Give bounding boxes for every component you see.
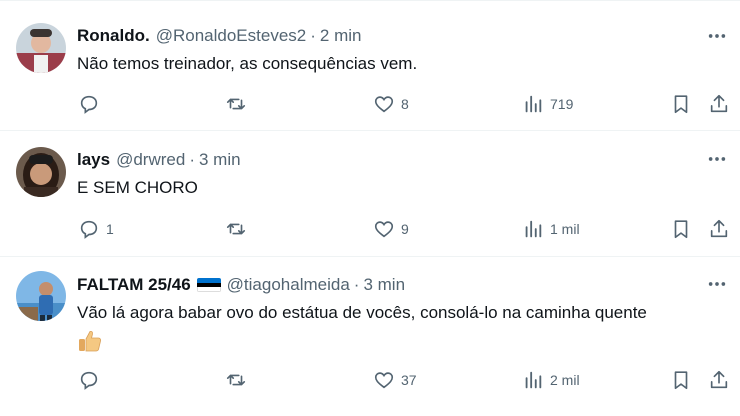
heart-icon [374, 372, 394, 389]
retweet-icon [226, 223, 246, 235]
tweet-feed: Ronaldo. @RonaldoEsteves2 · 2 min Não te… [0, 0, 740, 416]
reply-count: 1 [106, 221, 114, 237]
retweet-button[interactable] [225, 367, 247, 393]
bookmark-button[interactable] [670, 367, 692, 393]
like-count: 37 [401, 372, 417, 388]
reply-icon [80, 371, 98, 390]
tweet-text: Vão lá agora babar ovo do estátua de voc… [77, 303, 647, 322]
bookmark-icon [674, 371, 688, 390]
share-icon [710, 370, 728, 389]
retweet-icon [226, 374, 246, 386]
avatar[interactable] [16, 271, 66, 321]
views-count: 1 mil [550, 221, 580, 237]
heart-icon [374, 221, 394, 238]
action-bar: 1 9 1 mil [76, 216, 730, 242]
separator-dot: · [189, 150, 195, 169]
views-button[interactable]: 2 mil [522, 367, 580, 393]
avatar[interactable] [16, 147, 66, 197]
like-count: 9 [401, 221, 409, 237]
tweet-header: lays @drwred · 3 min [77, 149, 241, 171]
views-button[interactable]: 1 mil [522, 216, 580, 242]
views-count: 719 [550, 96, 574, 112]
retweet-icon [226, 98, 246, 110]
user-handle[interactable]: @RonaldoEsteves2 [156, 26, 307, 46]
tweet[interactable]: FALTAM 25/46 @tiagohalmeida · 3 min Vão … [0, 257, 740, 416]
action-bar: 8 719 [76, 91, 730, 117]
display-name[interactable]: Ronaldo. [77, 26, 150, 46]
avatar[interactable] [16, 23, 66, 73]
tweet-text: E SEM CHORO [77, 178, 198, 197]
views-button[interactable]: 719 [522, 91, 573, 117]
share-icon [710, 94, 728, 113]
user-handle[interactable]: @tiagohalmeida [227, 275, 350, 295]
display-name[interactable]: lays [77, 150, 110, 170]
timestamp[interactable]: 2 min [320, 26, 362, 46]
views-icon [525, 220, 542, 238]
timestamp[interactable]: 3 min [363, 275, 405, 295]
tweet-header: Ronaldo. @RonaldoEsteves2 · 2 min [77, 25, 361, 47]
like-button[interactable]: 9 [373, 216, 409, 242]
like-button[interactable]: 37 [373, 367, 417, 393]
separator-dot: · [353, 275, 360, 294]
tweet-header: FALTAM 25/46 @tiagohalmeida · 3 min [77, 274, 405, 296]
display-name[interactable]: FALTAM 25/46 [77, 275, 191, 295]
user-handle[interactable]: @drwred [116, 150, 185, 170]
thumbs-up-icon [77, 328, 103, 354]
more-dots-icon[interactable] [706, 273, 728, 295]
share-icon [710, 219, 728, 238]
reply-icon [80, 95, 98, 114]
tweet[interactable]: lays @drwred · 3 min E SEM CHORO 1 9 1 m… [0, 131, 740, 257]
share-button[interactable] [708, 367, 730, 393]
retweet-button[interactable] [225, 91, 247, 117]
bookmark-button[interactable] [670, 216, 692, 242]
retweet-button[interactable] [225, 216, 247, 242]
action-bar: 37 2 mil [76, 367, 730, 393]
bookmark-icon [674, 95, 688, 114]
tweet[interactable]: Ronaldo. @RonaldoEsteves2 · 2 min Não te… [0, 0, 740, 131]
bookmark-icon [674, 220, 688, 239]
bookmark-button[interactable] [670, 91, 692, 117]
like-button[interactable]: 8 [373, 91, 409, 117]
estonia-flag-icon [196, 278, 221, 292]
reply-button[interactable] [78, 91, 106, 117]
heart-icon [374, 96, 394, 113]
share-button[interactable] [708, 216, 730, 242]
separator-dot: · [310, 26, 316, 45]
more-dots-icon[interactable] [706, 25, 728, 47]
views-icon [525, 371, 542, 389]
timestamp[interactable]: 3 min [199, 150, 241, 170]
like-count: 8 [401, 96, 409, 112]
tweet-text: Não temos treinador, as consequências ve… [77, 54, 418, 73]
share-button[interactable] [708, 91, 730, 117]
views-count: 2 mil [550, 372, 580, 388]
views-icon [525, 95, 542, 113]
reply-button[interactable] [78, 367, 106, 393]
reply-icon [80, 220, 98, 239]
more-dots-icon[interactable] [706, 148, 728, 170]
reply-button[interactable]: 1 [78, 216, 114, 242]
